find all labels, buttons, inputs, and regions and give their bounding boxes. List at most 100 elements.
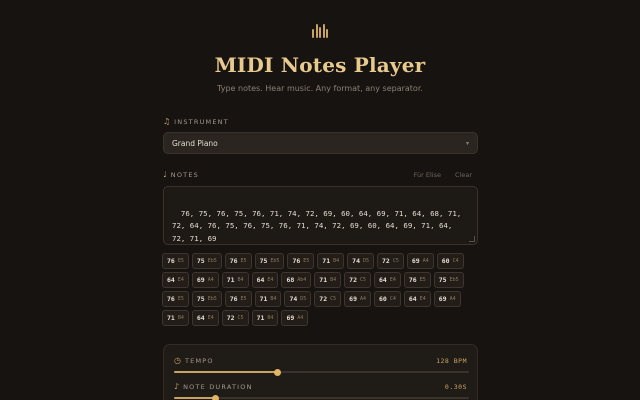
controls-panel: ◷ TEMPO 128 BPM ♪ NOTE DURATION 0.30S (163, 344, 478, 400)
note-chip-number: 60 (379, 295, 387, 303)
note-chip-name: C5 (392, 258, 399, 264)
note-chip[interactable]: 64 E4 (162, 272, 189, 288)
instrument-select[interactable]: Grand Piano ▾ (163, 132, 478, 154)
tempo-label-text: TEMPO (184, 356, 214, 365)
note-chip-number: 74 (289, 295, 298, 303)
note-chip-name: A4 (207, 277, 214, 283)
note-chip-name: D5 (362, 258, 370, 264)
note-chip[interactable]: 74 D5 (284, 291, 312, 307)
note-chip-name: C5 (330, 296, 337, 302)
note-chip[interactable]: 69 A4 (281, 310, 309, 326)
note-chip-number: 69 (411, 257, 420, 265)
note-chip[interactable]: 75 Eb5 (191, 291, 222, 307)
page-subtitle: Type notes. Hear music. Any format, any … (217, 84, 423, 93)
note-chip-name: A4 (449, 296, 456, 302)
note-chip-name: E5 (240, 258, 247, 264)
note-chip[interactable]: 76 E5 (287, 253, 315, 269)
note-chip[interactable]: 69 A4 (191, 272, 219, 288)
note-chip-number: 76 (292, 257, 301, 265)
note-chip[interactable]: 69 A4 (433, 291, 461, 307)
note-chip-number: 64 (379, 276, 387, 284)
duration-label-text: NOTE DURATION (183, 382, 253, 391)
note-chip-number: 71 (256, 314, 265, 322)
note-chip-number: 64 (408, 295, 417, 303)
note-chip[interactable]: 75 Eb5 (191, 253, 222, 269)
note-chip-name: B4 (270, 296, 277, 302)
note-chip[interactable]: 64 E4 (403, 291, 431, 307)
note-chip-name: E4 (389, 277, 396, 283)
note-chip-name: C4 (389, 296, 396, 302)
note-chip-number: 75 (438, 276, 447, 284)
note-chip[interactable]: 60 C4 (374, 291, 401, 307)
note-chip[interactable]: 71 B4 (317, 253, 345, 269)
quarter-note-icon: ♩ (163, 170, 167, 179)
notes-label-text: NOTES (170, 170, 199, 179)
note-chip[interactable]: 64 E4 (251, 272, 279, 288)
note-chip[interactable]: 69 A4 (344, 291, 372, 307)
fur-elise-preset-button[interactable]: Für Elise (414, 171, 441, 179)
note-chip-name: Eb5 (449, 277, 459, 283)
note-chip[interactable]: 75 Eb5 (254, 253, 285, 269)
note-chip-number: 71 (319, 276, 328, 284)
note-chip-name: E5 (419, 277, 426, 283)
instrument-label: ♫ INSTRUMENT (163, 117, 229, 126)
note-chip[interactable]: 60 C4 (436, 253, 464, 269)
note-chip[interactable]: 74 D5 (347, 253, 375, 269)
note-chip-name: D5 (300, 296, 307, 302)
note-chip[interactable]: 71 B4 (254, 291, 282, 307)
note-chip-number: 76 (167, 257, 175, 265)
note-chip-name: B4 (177, 315, 184, 321)
duration-slider-thumb[interactable] (211, 394, 219, 400)
tempo-slider-thumb[interactable] (273, 368, 281, 376)
note-chip[interactable]: 68 Ab4 (281, 272, 312, 288)
note-chip-number: 71 (167, 314, 175, 322)
note-chip[interactable]: 75 Eb5 (433, 272, 464, 288)
clock-icon: ◷ (174, 356, 181, 365)
note-chip-name: E5 (177, 296, 184, 302)
note-chip-name: B4 (330, 277, 337, 283)
note-chip-number: 75 (196, 295, 205, 303)
tempo-slider[interactable] (174, 368, 469, 376)
note-chip-number: 74 (352, 257, 360, 265)
note-chip-name: B4 (333, 258, 340, 264)
note-chip-name: A4 (422, 258, 429, 264)
note-chip[interactable]: 72 C5 (344, 272, 372, 288)
note-chip[interactable]: 64 E4 (191, 310, 219, 326)
note-chip[interactable]: 76 E5 (224, 253, 252, 269)
note-chip-name: Eb5 (207, 296, 217, 302)
tempo-value: 128 BPM (436, 357, 467, 365)
resize-handle[interactable] (469, 236, 475, 242)
note-chip[interactable]: 64 E4 (374, 272, 401, 288)
note-chip[interactable]: 76 E5 (224, 291, 252, 307)
note-chip-number: 72 (226, 314, 235, 322)
duration-slider[interactable] (174, 394, 469, 400)
note-chip[interactable]: 76 E5 (403, 272, 431, 288)
notes-label: ♩ NOTES (163, 170, 199, 179)
page-title: MIDI Notes Player (214, 53, 426, 77)
note-chip-number: 64 (167, 276, 175, 284)
clear-button[interactable]: Clear (455, 171, 472, 179)
chevron-down-icon: ▾ (465, 139, 469, 147)
note-chip[interactable]: 72 C5 (314, 291, 342, 307)
notes-textarea[interactable]: 76, 75, 76, 75, 76, 71, 74, 72, 69, 60, … (163, 186, 478, 245)
note-chip[interactable]: 72 C5 (377, 253, 404, 269)
note-chip[interactable]: 76 E5 (162, 291, 189, 307)
duration-slider-fill (174, 397, 216, 399)
note-chip[interactable]: 71 B4 (221, 272, 249, 288)
note-chip-name: E4 (177, 277, 184, 283)
duration-value: 0.30S (444, 383, 467, 391)
note-chip[interactable]: 76 E5 (162, 253, 189, 269)
instrument-label-text: INSTRUMENT (174, 117, 229, 126)
note-chip-number: 69 (438, 295, 447, 303)
note-chip[interactable]: 72 C5 (221, 310, 249, 326)
note-chip-name: Eb5 (270, 258, 280, 264)
note-chip-name: C4 (452, 258, 459, 264)
note-chip-number: 64 (196, 314, 205, 322)
note-chip[interactable]: 69 A4 (406, 253, 434, 269)
note-chip-number: 75 (259, 257, 268, 265)
note-chip[interactable]: 71 B4 (162, 310, 189, 326)
note-chip[interactable]: 71 B4 (314, 272, 342, 288)
note-chip-name: B4 (237, 277, 244, 283)
note-chip-name: Eb5 (207, 258, 217, 264)
note-chip[interactable]: 71 B4 (251, 310, 279, 326)
